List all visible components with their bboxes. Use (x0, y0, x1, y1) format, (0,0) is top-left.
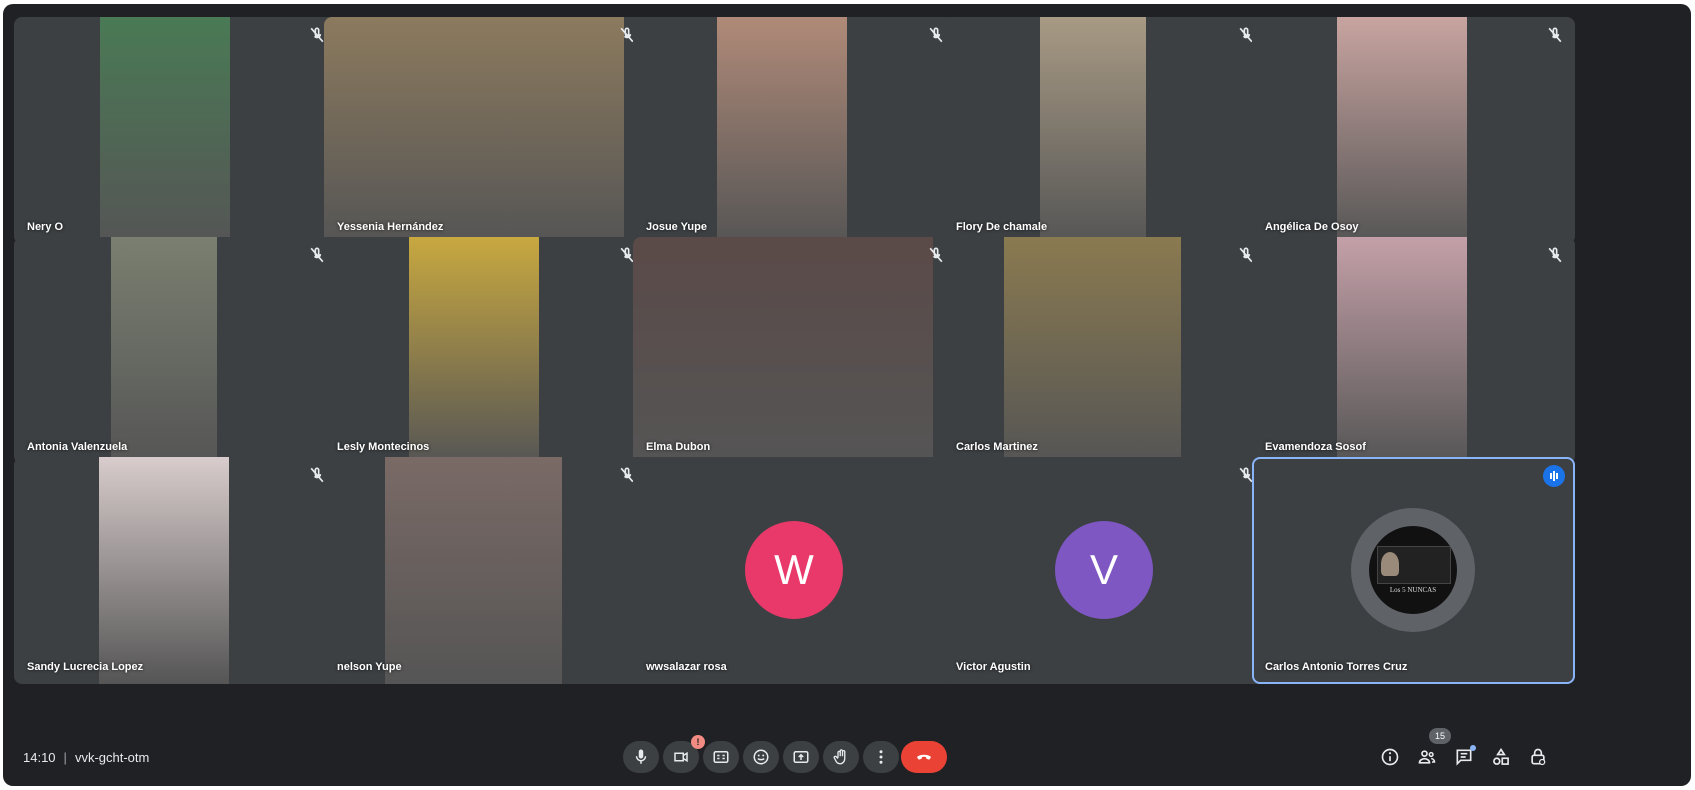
more-options-button[interactable] (863, 741, 899, 773)
participant-name: Carlos Martinez (956, 441, 1038, 453)
meeting-info-separator: | (63, 750, 67, 765)
participant-tile[interactable]: Lesly Montecinos (324, 237, 647, 464)
camera-icon (674, 751, 688, 763)
participant-tile[interactable]: Nery O (14, 17, 337, 244)
meeting-time: 14:10 (23, 750, 56, 765)
end-call-button[interactable] (901, 741, 947, 773)
present-icon (793, 751, 809, 763)
participant-name: Lesly Montecinos (337, 441, 430, 453)
captions-button[interactable] (703, 741, 739, 773)
people-button[interactable] (1414, 744, 1440, 770)
participant-tile[interactable]: Wwwsalazar rosa (633, 457, 956, 684)
raise-hand-button[interactable] (823, 741, 859, 773)
participant-video (324, 17, 624, 244)
participant-video (385, 457, 562, 684)
avatar-caption: Los 5 NUNCAS (1389, 586, 1437, 594)
participant-tile[interactable]: Yessenia Hernández (324, 17, 647, 244)
participant-tile[interactable]: Evamendoza Sosof (1252, 237, 1575, 464)
participant-name: Angélica De Osoy (1265, 221, 1359, 233)
emoji-icon (753, 749, 769, 765)
participant-tile[interactable]: Sandy Lucrecia Lopez (14, 457, 337, 684)
participant-tile[interactable]: Elma Dubon (633, 237, 956, 464)
avatar: W (745, 521, 843, 619)
participant-count-badge: 15 (1429, 728, 1451, 744)
participant-tile[interactable]: V Victor Agustin (943, 457, 1266, 684)
participant-tile[interactable]: Los 5 NUNCAS Carlos Antonio Torres Cruz (1252, 457, 1575, 684)
participant-name: Evamendoza Sosof (1265, 441, 1366, 453)
meeting-info: 14:10 | vvk-gcht-otm (23, 750, 149, 765)
host-controls-button[interactable] (1525, 744, 1551, 770)
microphone-icon (635, 749, 647, 764)
participant-video (1004, 237, 1181, 464)
people-icon (1418, 750, 1436, 764)
participant-name: Victor Agustin (956, 661, 1031, 673)
participant-name: Nery O (27, 221, 64, 233)
participant-name: nelson Yupe (337, 661, 402, 673)
info-icon (1381, 748, 1399, 766)
speaking-indicator-icon (1543, 465, 1565, 487)
meet-window: Nery O Yessenia Hernández Josue Yupe Flory … (3, 4, 1691, 786)
participant-video (100, 17, 230, 244)
activities-button[interactable] (1488, 744, 1514, 770)
participant-name: wwsalazar rosa (646, 661, 727, 673)
camera-button[interactable]: ! (663, 735, 705, 773)
end-call-icon (917, 754, 931, 760)
mic-muted-icon (1545, 245, 1565, 265)
participant-video (1337, 17, 1467, 244)
participant-name: Antonia Valenzuela (27, 441, 128, 453)
bottom-toolbar: 14:10 | vvk-gcht-otm ! 15 (3, 728, 1691, 786)
participant-tile[interactable]: Flory De chamale (943, 17, 1266, 244)
activities-icon (1493, 747, 1509, 765)
chat-notification-dot (1470, 745, 1476, 751)
participant-tile[interactable]: Antonia Valenzuela (14, 237, 337, 464)
avatar: V (1055, 521, 1153, 619)
emoji-button[interactable] (743, 741, 779, 773)
microphone-button[interactable] (623, 741, 659, 773)
participant-name: Josue Yupe (646, 221, 707, 233)
participant-video (99, 457, 229, 684)
chat-button[interactable] (1451, 744, 1477, 770)
participant-name: Yessenia Hernández (337, 221, 444, 233)
host-controls-icon (1531, 748, 1546, 766)
captions-icon (713, 751, 729, 763)
participant-name: Sandy Lucrecia Lopez (27, 661, 144, 673)
meeting-code: vvk-gcht-otm (74, 750, 150, 765)
present-button[interactable] (783, 741, 819, 773)
more-options-icon (879, 750, 883, 764)
participant-video (111, 237, 217, 464)
participant-tile[interactable]: Carlos Martinez (943, 237, 1266, 464)
participant-tile[interactable]: Angélica De Osoy (1252, 17, 1575, 244)
participant-tile[interactable]: nelson Yupe (324, 457, 647, 684)
participant-video (1040, 17, 1146, 244)
participant-video (717, 17, 847, 244)
participant-tile[interactable]: Josue Yupe (633, 17, 956, 244)
participant-video (409, 237, 539, 464)
mic-muted-icon (1545, 25, 1565, 45)
participant-video (633, 237, 933, 464)
raise-hand-icon (833, 749, 846, 765)
avatar: Los 5 NUNCAS (1369, 526, 1457, 614)
info-button[interactable] (1377, 744, 1403, 770)
participant-name: Elma Dubon (646, 441, 711, 453)
camera-warning-badge: ! (691, 735, 705, 749)
participant-name: Flory De chamale (956, 221, 1048, 233)
participant-name: Carlos Antonio Torres Cruz (1265, 661, 1408, 673)
participant-video (1337, 237, 1467, 464)
